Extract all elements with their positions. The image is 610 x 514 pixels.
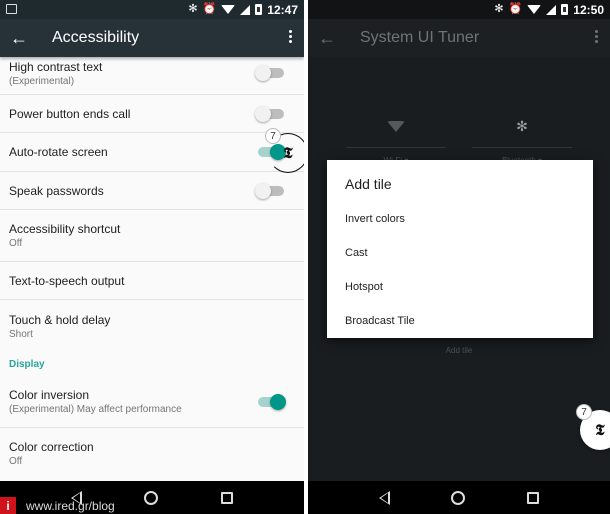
setting-title: Touch & hold delay (9, 312, 111, 327)
status-bar: ✻ ⏰ 12:47 (0, 0, 304, 19)
wifi-icon (527, 5, 542, 14)
bluetooth-icon: ✻ (494, 3, 504, 15)
dialog-option-invert-colors[interactable]: Invert colors (345, 202, 575, 236)
system-ui-tuner-screen: ✻ ⏰ 12:50 ← System UI Tuner Wi-Fi ▾ ✻ Bl… (308, 0, 610, 514)
setting-title: Text-to-speech output (9, 273, 125, 288)
navigation-bar (308, 481, 610, 514)
back-arrow-icon[interactable]: ← (318, 28, 346, 49)
wifi-icon (221, 5, 236, 14)
status-time: 12:47 (267, 2, 298, 17)
page-title: System UI Tuner (360, 29, 480, 46)
nav-home-icon[interactable] (451, 490, 466, 505)
section-header-display: Display (9, 358, 45, 370)
notification-badge: 7 (265, 128, 281, 144)
setting-high-contrast-text[interactable]: High contrast text (Experimental) (0, 52, 304, 95)
setting-subtitle: Off (9, 455, 23, 467)
setting-text-to-speech-output[interactable]: Text-to-speech output (0, 262, 304, 300)
signal-icon (240, 4, 251, 15)
bluetooth-icon: ✻ (188, 3, 198, 15)
alarm-icon: ⏰ (508, 3, 523, 15)
nav-recents-icon[interactable] (220, 491, 233, 504)
ired-logo: i (0, 497, 16, 514)
status-time: 12:50 (573, 2, 604, 17)
watermark-text: www.ired.gr/blog (26, 498, 115, 513)
tile-bluetooth[interactable]: ✻ Bluetooth ▾ (472, 115, 572, 165)
tile-wifi[interactable]: Wi-Fi ▾ (346, 115, 446, 165)
notification-badge: 7 (576, 404, 592, 420)
setting-power-button-ends-call[interactable]: Power button ends call (0, 95, 304, 133)
toggle-switch[interactable] (255, 65, 284, 81)
nyt-logo-icon: 𝕿 (283, 144, 293, 162)
back-arrow-icon[interactable]: ← (10, 28, 38, 49)
image-notification-icon (6, 4, 17, 14)
status-bar: ✻ ⏰ 12:50 (308, 0, 610, 19)
watermark: i www.ired.gr/blog (0, 497, 115, 514)
signal-icon (546, 4, 557, 15)
nyt-logo-icon: 𝕿 (595, 421, 605, 439)
bluetooth-icon: ✻ (516, 117, 528, 134)
setting-subtitle: Off (9, 238, 23, 249)
setting-speak-passwords[interactable]: Speak passwords (0, 172, 304, 210)
nav-home-icon[interactable] (144, 490, 159, 505)
nav-recents-icon[interactable] (527, 491, 540, 504)
alarm-icon: ⏰ (202, 3, 217, 15)
add-tile-link[interactable]: Add tile (308, 346, 610, 355)
settings-list: High contrast text (Experimental) Power … (0, 52, 304, 478)
toggle-switch[interactable] (258, 393, 286, 410)
more-options-icon[interactable] (595, 30, 598, 43)
setting-accessibility-shortcut[interactable]: Accessibility shortcut Off (0, 210, 304, 262)
toolbar: ← System UI Tuner (308, 19, 610, 57)
nav-back-icon[interactable] (378, 490, 390, 505)
dialog-option-hotspot[interactable]: Hotspot (345, 270, 575, 304)
setting-title: Accessibility shortcut (9, 222, 121, 236)
add-tile-dialog: Add tile Invert colors Cast Hotspot Broa… (327, 160, 593, 338)
wifi-icon (387, 120, 405, 132)
dialog-option-broadcast-tile[interactable]: Broadcast Tile (345, 304, 575, 338)
toggle-switch[interactable] (255, 182, 284, 199)
setting-touch-hold-delay[interactable]: Touch & hold delay Short (0, 300, 304, 352)
setting-color-correction[interactable]: Color correction Off (0, 428, 304, 478)
accessibility-screen: ✻ ⏰ 12:47 ← Accessibility High contrast … (0, 0, 304, 514)
dialog-option-cast[interactable]: Cast (345, 236, 575, 270)
news-chat-head-bubble[interactable]: 𝕿 7 (265, 128, 304, 173)
toggle-switch[interactable] (255, 105, 284, 122)
setting-auto-rotate-screen[interactable]: Auto-rotate screen (0, 133, 304, 172)
news-chat-head-bubble[interactable]: 𝕿 7 (576, 404, 610, 450)
battery-icon (561, 4, 569, 15)
battery-icon (255, 4, 263, 15)
dialog-title: Add tile (345, 176, 392, 192)
setting-subtitle: Short (9, 328, 33, 340)
page-title: Accessibility (52, 29, 140, 46)
setting-color-inversion[interactable]: Color inversion (Experimental) May affec… (0, 376, 304, 428)
more-options-icon[interactable] (289, 30, 292, 43)
setting-title: Color correction (9, 439, 94, 454)
